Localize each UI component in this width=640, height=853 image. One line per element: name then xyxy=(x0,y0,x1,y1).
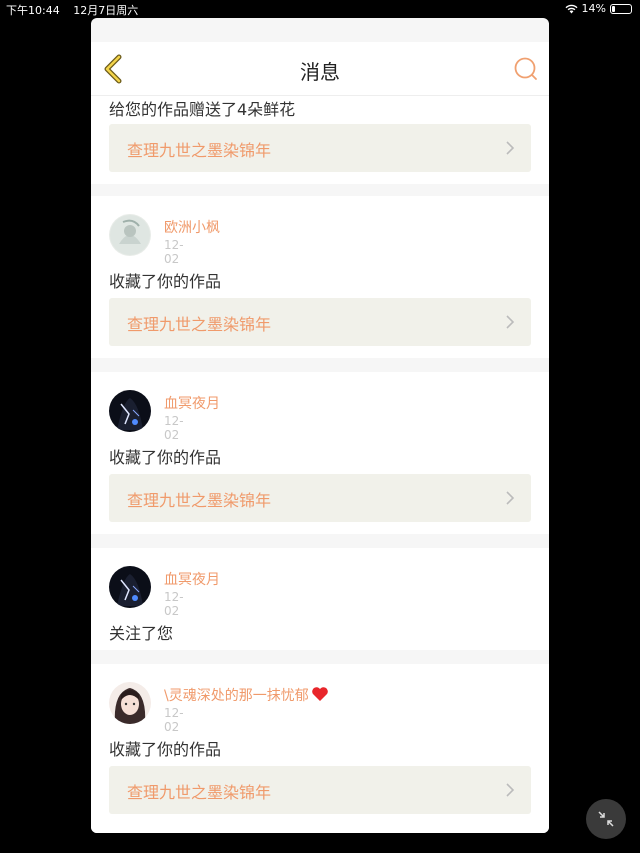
avatar[interactable] xyxy=(109,390,151,432)
message-action: 给您的作品赠送了4朵鲜花 xyxy=(109,100,296,119)
work-title: 查理九世之墨染锦年 xyxy=(127,783,272,802)
message-date: 12-02 xyxy=(164,590,184,618)
username[interactable]: 血冥夜月 xyxy=(164,393,220,413)
messages-sheet: 消息 给您的作品赠送了4朵鲜花 查理九世之墨染锦年 欧洲小枫 12-02 收藏了… xyxy=(91,18,549,833)
status-time: 下午10:44 xyxy=(6,4,60,17)
avatar[interactable] xyxy=(109,682,151,724)
username[interactable]: \灵魂深处的那一抹忧郁 xyxy=(164,685,329,705)
battery-icon xyxy=(610,3,632,14)
list-item: 欧洲小枫 12-02 收藏了你的作品 查理九世之墨染锦年 xyxy=(91,196,549,358)
message-action: 收藏了你的作品 xyxy=(109,740,222,759)
message-date: 12-02 xyxy=(164,706,184,734)
chevron-right-icon xyxy=(506,315,515,329)
collapse-button[interactable] xyxy=(586,799,626,839)
message-action: 收藏了你的作品 xyxy=(109,448,222,467)
chevron-right-icon xyxy=(506,491,515,505)
battery-fill xyxy=(612,5,615,12)
nav-bar: 消息 xyxy=(91,42,549,96)
work-link[interactable]: 查理九世之墨染锦年 xyxy=(109,766,531,814)
collapse-icon xyxy=(598,811,614,827)
work-link[interactable]: 查理九世之墨染锦年 xyxy=(109,298,531,346)
message-action: 收藏了你的作品 xyxy=(109,272,222,291)
message-action: 关注了您 xyxy=(109,624,174,643)
battery-percent: 14% xyxy=(581,2,606,15)
list-item: \灵魂深处的那一抹忧郁 12-02 收藏了你的作品 查理九世之墨染锦年 xyxy=(91,664,549,833)
work-link[interactable]: 查理九世之墨染锦年 xyxy=(109,124,531,172)
chevron-right-icon xyxy=(506,783,515,797)
message-list: 给您的作品赠送了4朵鲜花 查理九世之墨染锦年 欧洲小枫 12-02 收藏了你的作… xyxy=(91,96,549,833)
work-title: 查理九世之墨染锦年 xyxy=(127,491,272,510)
username[interactable]: 欧洲小枫 xyxy=(164,217,220,237)
search-icon[interactable] xyxy=(513,56,539,82)
work-title: 查理九世之墨染锦年 xyxy=(127,315,272,334)
chevron-right-icon xyxy=(506,141,515,155)
list-item: 给您的作品赠送了4朵鲜花 查理九世之墨染锦年 xyxy=(91,96,549,184)
avatar[interactable] xyxy=(109,214,151,256)
work-link[interactable]: 查理九世之墨染锦年 xyxy=(109,474,531,522)
heart-icon xyxy=(311,687,328,701)
list-item: 血冥夜月 12-02 关注了您 xyxy=(91,548,549,650)
page-title: 消息 xyxy=(300,60,340,84)
message-date: 12-02 xyxy=(164,414,184,442)
status-bar: 下午10:44 12月7日周六 14% xyxy=(0,0,640,18)
message-date: 12-02 xyxy=(164,238,184,266)
status-date: 12月7日周六 xyxy=(73,4,139,17)
list-item: 血冥夜月 12-02 收藏了你的作品 查理九世之墨染锦年 xyxy=(91,372,549,534)
avatar[interactable] xyxy=(109,566,151,608)
wifi-icon xyxy=(565,4,578,13)
username[interactable]: 血冥夜月 xyxy=(164,569,220,589)
work-title: 查理九世之墨染锦年 xyxy=(127,141,272,160)
username-text: \灵魂深处的那一抹忧郁 xyxy=(164,688,309,704)
